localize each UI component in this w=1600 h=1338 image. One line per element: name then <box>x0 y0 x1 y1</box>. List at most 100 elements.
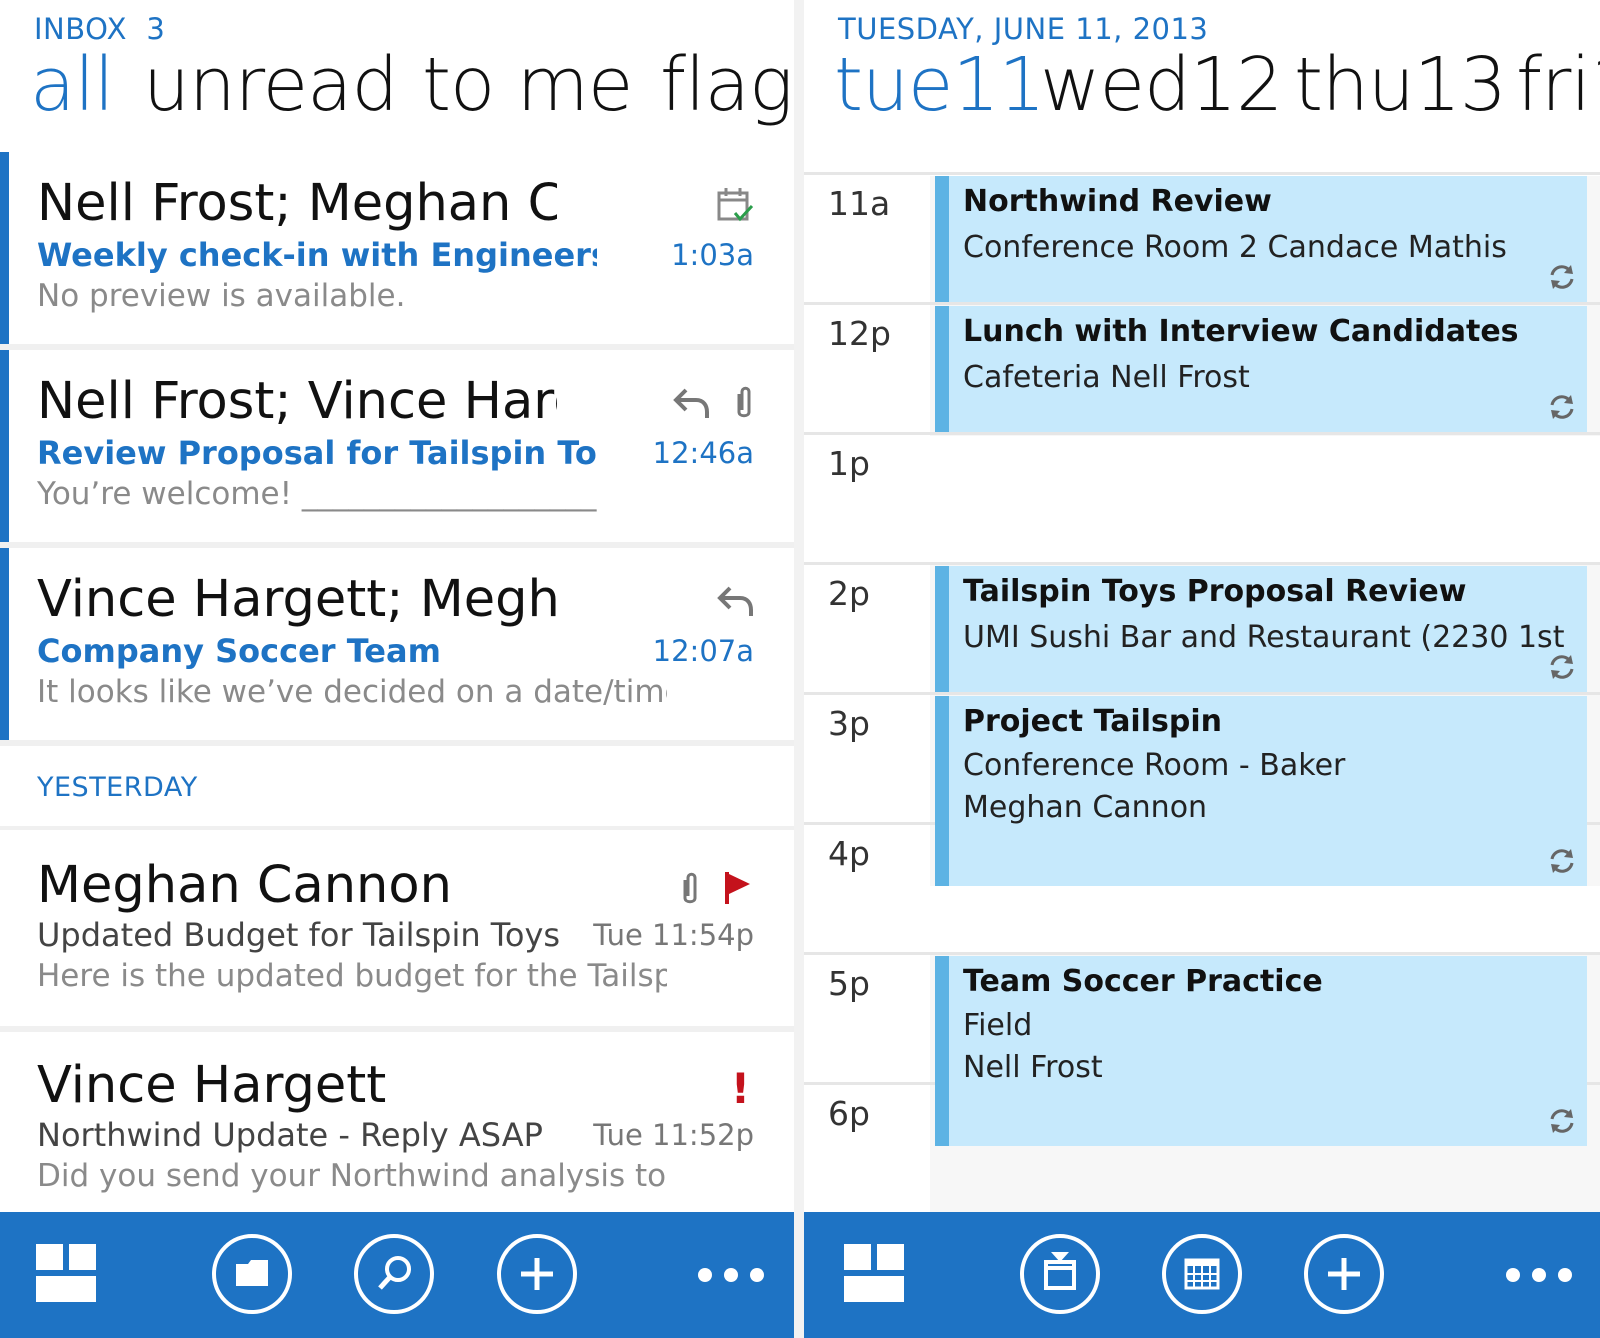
event-title: Lunch with Interview Candidates <box>963 314 1519 349</box>
tiles-icon[interactable] <box>844 1244 904 1302</box>
more-icon[interactable] <box>696 1264 766 1286</box>
mail-app-bar <box>0 1212 794 1338</box>
month-view-button[interactable] <box>1162 1234 1242 1314</box>
search-button[interactable] <box>354 1234 434 1314</box>
event-stripe <box>935 696 949 886</box>
event-detail: UMI Sushi Bar and Restaurant (2230 1st <box>963 620 1565 655</box>
message-item[interactable]: Nell Frost; Meghan Cannon Weekly check-i… <box>0 152 794 344</box>
message-item[interactable]: Vince Hargett; Meghan Cannon Company Soc… <box>0 548 794 740</box>
attachment-icon <box>678 870 702 912</box>
event-detail: Cafeteria Nell Frost <box>963 360 1250 395</box>
message-time: 1:03a <box>671 238 754 272</box>
month-icon <box>1184 1258 1220 1290</box>
high-importance-icon: ! <box>730 1064 750 1113</box>
hour-line <box>804 692 1600 695</box>
mail-pivots: all unread to me flagged <box>0 40 794 130</box>
hour-label: 4p <box>828 834 870 873</box>
message-item[interactable]: Meghan Cannon Updated Budget for Tailspi… <box>0 832 794 1024</box>
message-sender: Vince Hargett; Meghan Cannon <box>37 570 557 629</box>
message-subject: Company Soccer Team <box>37 632 441 670</box>
message-sender: Nell Frost; Vince Hargett <box>37 372 557 431</box>
day-pivot-wed12[interactable]: wed12 <box>1040 40 1283 130</box>
pivot-all[interactable]: all <box>30 40 114 130</box>
hour-line <box>804 172 1600 175</box>
today-button[interactable] <box>1020 1234 1100 1314</box>
calendar-accepted-icon <box>716 186 754 228</box>
message-sender: Vince Hargett <box>37 1056 387 1115</box>
pivot-unread[interactable]: unread <box>143 40 398 130</box>
event-title: Team Soccer Practice <box>963 964 1323 999</box>
message-sender: Nell Frost; Meghan Cannon <box>37 174 557 233</box>
day-pivot-fri14[interactable]: fri14 <box>1516 40 1600 130</box>
calendar-app-bar <box>804 1212 1600 1338</box>
calendar-event[interactable]: Northwind Review Conference Room 2 Canda… <box>935 176 1587 302</box>
pivot-flagged[interactable]: flagged <box>660 40 794 130</box>
message-time: Tue 11:54p <box>593 918 754 952</box>
hour-line <box>804 432 1600 435</box>
event-title: Northwind Review <box>963 184 1272 219</box>
new-icon <box>1328 1258 1360 1290</box>
message-preview: Here is the updated budget for the Tails… <box>37 958 667 994</box>
event-detail: Conference Room 2 Candace Mathis <box>963 230 1507 265</box>
recurring-icon <box>1547 1106 1577 1140</box>
day-pivot-tue11[interactable]: tue11 <box>834 40 1046 130</box>
message-preview: Did you send your Northwind analysis to <box>37 1158 667 1194</box>
event-title: Tailspin Toys Proposal Review <box>963 574 1467 609</box>
separator <box>0 740 794 746</box>
event-detail: Field <box>963 1008 1033 1043</box>
hour-label: 11a <box>828 184 891 223</box>
hour-line <box>804 302 1600 305</box>
message-sender: Meghan Cannon <box>37 856 452 915</box>
hour-label: 1p <box>828 444 870 483</box>
calendar-event[interactable]: Tailspin Toys Proposal Review UMI Sushi … <box>935 566 1587 692</box>
event-stripe <box>935 956 949 1146</box>
message-preview: You’re welcome! ___________________ <box>37 476 597 512</box>
calendar-event[interactable]: Team Soccer Practice Field Nell Frost <box>935 956 1587 1146</box>
recurring-icon <box>1547 846 1577 880</box>
hour-label: 3p <box>828 704 870 743</box>
folder-button[interactable] <box>212 1234 292 1314</box>
unread-indicator <box>0 548 9 740</box>
recurring-icon <box>1547 652 1577 686</box>
event-detail: Nell Frost <box>963 1050 1103 1085</box>
today-icon <box>1044 1252 1076 1290</box>
hour-line <box>804 562 1600 565</box>
message-time: Tue 11:52p <box>593 1118 754 1152</box>
tiles-icon[interactable] <box>36 1244 96 1302</box>
unread-indicator <box>0 350 9 542</box>
free-slot <box>930 436 1600 562</box>
event-stripe <box>935 306 949 432</box>
more-icon[interactable] <box>1504 1264 1574 1286</box>
new-event-button[interactable] <box>1304 1234 1384 1314</box>
new-icon <box>521 1258 553 1290</box>
day-pivot-thu13[interactable]: thu13 <box>1294 40 1507 130</box>
unread-indicator <box>0 152 9 344</box>
calendar-event[interactable]: Lunch with Interview Candidates Cafeteri… <box>935 306 1587 432</box>
event-detail: Conference Room - Baker <box>963 748 1346 783</box>
event-title: Project Tailspin <box>963 704 1222 739</box>
event-detail: Meghan Cannon <box>963 790 1208 825</box>
group-header-yesterday: YESTERDAY <box>37 772 198 803</box>
calendar-day-pivots: tue11 wed12 thu13 fri14 <box>804 40 1600 130</box>
calendar-panel: TUESDAY, JUNE 11, 2013 tue11 wed12 thu13… <box>804 0 1600 1338</box>
recurring-icon <box>1547 262 1577 296</box>
hour-label: 6p <box>828 1094 870 1133</box>
message-subject: Northwind Update - Reply ASAP <box>37 1116 543 1154</box>
flag-icon <box>722 870 754 910</box>
message-subject: Review Proposal for Tailspin Toys <box>37 434 597 472</box>
message-preview: It looks like we’ve decided on a date/ti… <box>37 674 667 710</box>
message-item[interactable]: Vince Hargett Northwind Update - Reply A… <box>0 1032 794 1224</box>
event-stripe <box>935 566 949 692</box>
calendar-event[interactable]: Project Tailspin Conference Room - Baker… <box>935 696 1587 886</box>
reply-icon <box>716 582 756 624</box>
message-time: 12:07a <box>652 634 754 668</box>
hour-label: 5p <box>828 964 870 1003</box>
message-subject: Weekly check-in with Engineers <box>37 236 597 274</box>
hour-label: 12p <box>828 314 891 353</box>
search-icon <box>378 1256 411 1290</box>
message-time: 12:46a <box>652 436 754 470</box>
message-item[interactable]: Nell Frost; Vince Hargett Review Proposa… <box>0 350 794 542</box>
pivot-to-me[interactable]: to me <box>422 40 633 130</box>
hour-line <box>804 952 1600 955</box>
new-mail-button[interactable] <box>497 1234 577 1314</box>
